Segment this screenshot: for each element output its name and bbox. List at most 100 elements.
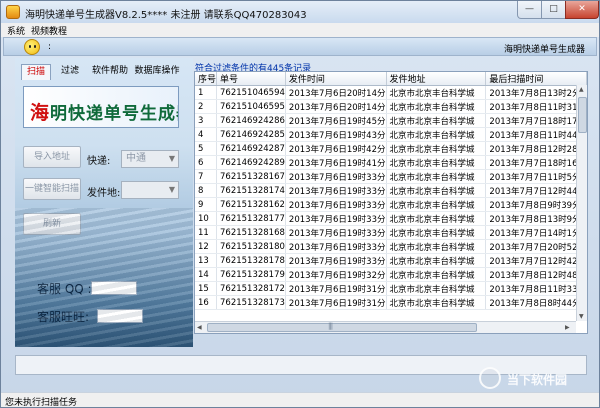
column-header-index[interactable]: 序号 xyxy=(195,72,218,86)
cell-send-time: 2013年7月6日19时33分 xyxy=(285,239,387,254)
table-row[interactable]: 2 762151046595 2013年7月6日20时14分 北京市北京丰台科学城 20… xyxy=(195,99,587,114)
smart-scan-button[interactable]: 一键智能扫描 xyxy=(23,178,81,200)
scroll-left-icon[interactable]: ◀ xyxy=(197,324,202,331)
table-vertical-scrollbar[interactable]: ▲ ▼ xyxy=(576,85,587,321)
table-row[interactable]: 1 762151046594 2013年7月6日20时14分 北京市北京丰台科学城 20… xyxy=(195,85,587,100)
table-row[interactable]: 7 762151328167 2013年7月6日19时33分 北京市北京丰台科学城 20… xyxy=(195,169,587,184)
column-header-send-address[interactable]: 发件地址 xyxy=(386,72,487,86)
import-address-button[interactable]: 导入地址 xyxy=(23,146,81,168)
scroll-right-icon[interactable]: ▶ xyxy=(565,324,570,331)
cell-index: 10 xyxy=(195,211,218,226)
wangwang-label: 客服旺旺: xyxy=(37,310,90,324)
vertical-scroll-thumb[interactable] xyxy=(578,97,587,133)
menu-video-tutorial[interactable]: 视频教程 xyxy=(31,24,67,37)
table-row[interactable]: 13 762151328178 2013年7月6日19时33分 北京市北京丰台科学城 2… xyxy=(195,253,587,268)
menu-bar: 系统 视频教程 xyxy=(1,23,599,37)
column-header-last-scan[interactable]: 最后扫描时间 xyxy=(485,72,587,86)
brand-banner-first-char: 海 xyxy=(30,102,51,124)
status-bar: 您未执行扫描任务 xyxy=(1,392,599,408)
cell-tracking-number: 762151328168 xyxy=(216,225,286,240)
tab-help[interactable]: 软件帮助 xyxy=(89,64,131,80)
cell-index: 14 xyxy=(195,267,218,282)
scroll-up-icon[interactable]: ▲ xyxy=(579,86,584,93)
cell-last-scan: 2013年7月8日13时2分 xyxy=(485,85,587,100)
table-row[interactable]: 8 762151328174 2013年7月6日19时33分 北京市北京丰台科学城 20… xyxy=(195,183,587,198)
cell-send-time: 2013年7月6日19时33分 xyxy=(285,225,387,240)
cell-last-scan: 2013年7月8日13时9分 xyxy=(485,211,587,226)
table-header-row: 序号 单号 发件时间 发件地址 最后扫描时间 xyxy=(195,72,587,86)
table-row[interactable]: 10 762151328177 2013年7月6日19时33分 北京市北京丰台科学城 2… xyxy=(195,211,587,226)
window-title: 海明快递单号生成器V8.2.5**** 未注册 请联系QQ470283043 xyxy=(25,10,307,21)
cell-send-address: 北京市北京丰台科学城 xyxy=(386,155,487,170)
cell-send-time: 2013年7月6日19时43分 xyxy=(285,127,387,142)
tab-filter[interactable]: 过滤 xyxy=(57,64,83,80)
cell-tracking-number: 762146924287 xyxy=(216,141,286,156)
table-row[interactable]: 15 762151328172 2013年7月6日19时31分 北京市北京丰台科学城 2… xyxy=(195,281,587,296)
chevron-down-icon: ▼ xyxy=(168,185,175,194)
cell-send-time: 2013年7月6日19时33分 xyxy=(285,183,387,198)
control-panel: 扫描 过滤 软件帮助 数据库操作 海明快递单号生成器 导入地址 快递: 中通 ▼… xyxy=(15,58,193,347)
table-row[interactable]: 11 762151328168 2013年7月6日19时33分 北京市北京丰台科学城 2… xyxy=(195,225,587,240)
menu-system[interactable]: 系统 xyxy=(7,24,25,37)
origin-label: 发件地: xyxy=(87,188,121,199)
cell-send-time: 2013年7月6日19时33分 xyxy=(285,211,387,226)
cell-tracking-number: 762151046595 xyxy=(216,99,286,114)
close-button[interactable]: ✕ xyxy=(565,1,599,19)
cell-tracking-number: 762151328177 xyxy=(216,211,286,226)
refresh-button[interactable]: 刷新 xyxy=(23,213,81,235)
cell-send-time: 2013年7月6日19时33分 xyxy=(285,169,387,184)
tab-scan[interactable]: 扫描 xyxy=(21,64,51,80)
table-row[interactable]: 12 762151328180 2013年7月6日19时33分 北京市北京丰台科学城 2… xyxy=(195,239,587,254)
table-row[interactable]: 14 762151328179 2013年7月6日19时32分 北京市北京丰台科学城 2… xyxy=(195,267,587,282)
watermark-text: 当下软件园 xyxy=(507,373,568,387)
title-bar[interactable]: 海明快递单号生成器V8.2.5**** 未注册 请联系QQ470283043 —… xyxy=(1,1,599,23)
cell-last-scan: 2013年7月8日11时31分 xyxy=(485,99,587,114)
table-row[interactable]: 16 762151328173 2013年7月6日19时31分 北京市北京丰台科学城 2… xyxy=(195,295,587,310)
cell-last-scan: 2013年7月7日20时52分 xyxy=(485,239,587,254)
header-app-name: 海明快递单号生成器 xyxy=(504,45,586,55)
cell-tracking-number: 762146924289 xyxy=(216,155,286,170)
express-label: 快递: xyxy=(87,156,111,167)
column-header-tracking-number[interactable]: 单号 xyxy=(216,72,286,86)
qq-label: 客服 QQ : xyxy=(37,282,92,296)
cell-tracking-number: 762151328162 xyxy=(216,197,286,212)
maximize-button[interactable]: □ xyxy=(541,1,566,19)
cell-index: 16 xyxy=(195,295,218,310)
brand-banner-rest: 明快递单号生成器 xyxy=(50,104,178,124)
cell-send-time: 2013年7月6日19时42分 xyxy=(285,141,387,156)
horizontal-scroll-thumb[interactable] xyxy=(207,322,477,332)
cell-last-scan: 2013年7月8日12时28分 xyxy=(485,141,587,156)
table-row[interactable]: 3 762146924286 2013年7月6日19时45分 北京市北京丰台科学城 20… xyxy=(195,113,587,128)
column-header-send-time[interactable]: 发件时间 xyxy=(285,72,387,86)
cell-send-address: 北京市北京丰台科学城 xyxy=(386,281,487,296)
header-strip: : 海明快递单号生成器 xyxy=(3,37,597,56)
tab-database[interactable]: 数据库操作 xyxy=(133,64,181,80)
origin-select[interactable]: ▼ xyxy=(121,181,179,199)
scroll-down-icon[interactable]: ▼ xyxy=(579,313,584,320)
cell-send-time: 2013年7月6日19时33分 xyxy=(285,197,387,212)
cell-send-address: 北京市北京丰台科学城 xyxy=(386,99,487,114)
minimize-button[interactable]: — xyxy=(517,1,542,19)
cell-send-address: 北京市北京丰台科学城 xyxy=(386,253,487,268)
records-table[interactable]: 序号 单号 发件时间 发件地址 最后扫描时间 1 762151046594 2013… xyxy=(194,71,588,334)
table-row[interactable]: 4 762146924285 2013年7月6日19时43分 北京市北京丰台科学城 20… xyxy=(195,127,587,142)
cell-send-address: 北京市北京丰台科学城 xyxy=(386,127,487,142)
cell-send-address: 北京市北京丰台科学城 xyxy=(386,295,487,310)
status-text: 您未执行扫描任务 xyxy=(5,398,78,408)
cell-tracking-number: 762151328167 xyxy=(216,169,286,184)
cell-last-scan: 2013年7月7日18时17分 xyxy=(485,113,587,128)
table-horizontal-scrollbar[interactable]: ◀ ▶ xyxy=(195,321,576,333)
cell-tracking-number: 762151328179 xyxy=(216,267,286,282)
watermark-logo-icon xyxy=(479,367,501,389)
wangwang-field[interactable] xyxy=(97,309,143,323)
qq-field[interactable] xyxy=(91,281,137,295)
table-row[interactable]: 9 762151328162 2013年7月6日19时33分 北京市北京丰台科学城 20… xyxy=(195,197,587,212)
table-row[interactable]: 6 762146924289 2013年7月6日19时41分 北京市北京丰台科学城 20… xyxy=(195,155,587,170)
cell-last-scan: 2013年7月8日9时39分 xyxy=(485,197,587,212)
table-row[interactable]: 5 762146924287 2013年7月6日19时42分 北京市北京丰台科学城 20… xyxy=(195,141,587,156)
express-select[interactable]: 中通 ▼ xyxy=(121,150,179,168)
cell-send-time: 2013年7月6日19时45分 xyxy=(285,113,387,128)
cell-last-scan: 2013年7月8日11时44分 xyxy=(485,127,587,142)
cell-last-scan: 2013年7月7日11时5分 xyxy=(485,169,587,184)
cell-tracking-number: 762151328173 xyxy=(216,295,286,310)
